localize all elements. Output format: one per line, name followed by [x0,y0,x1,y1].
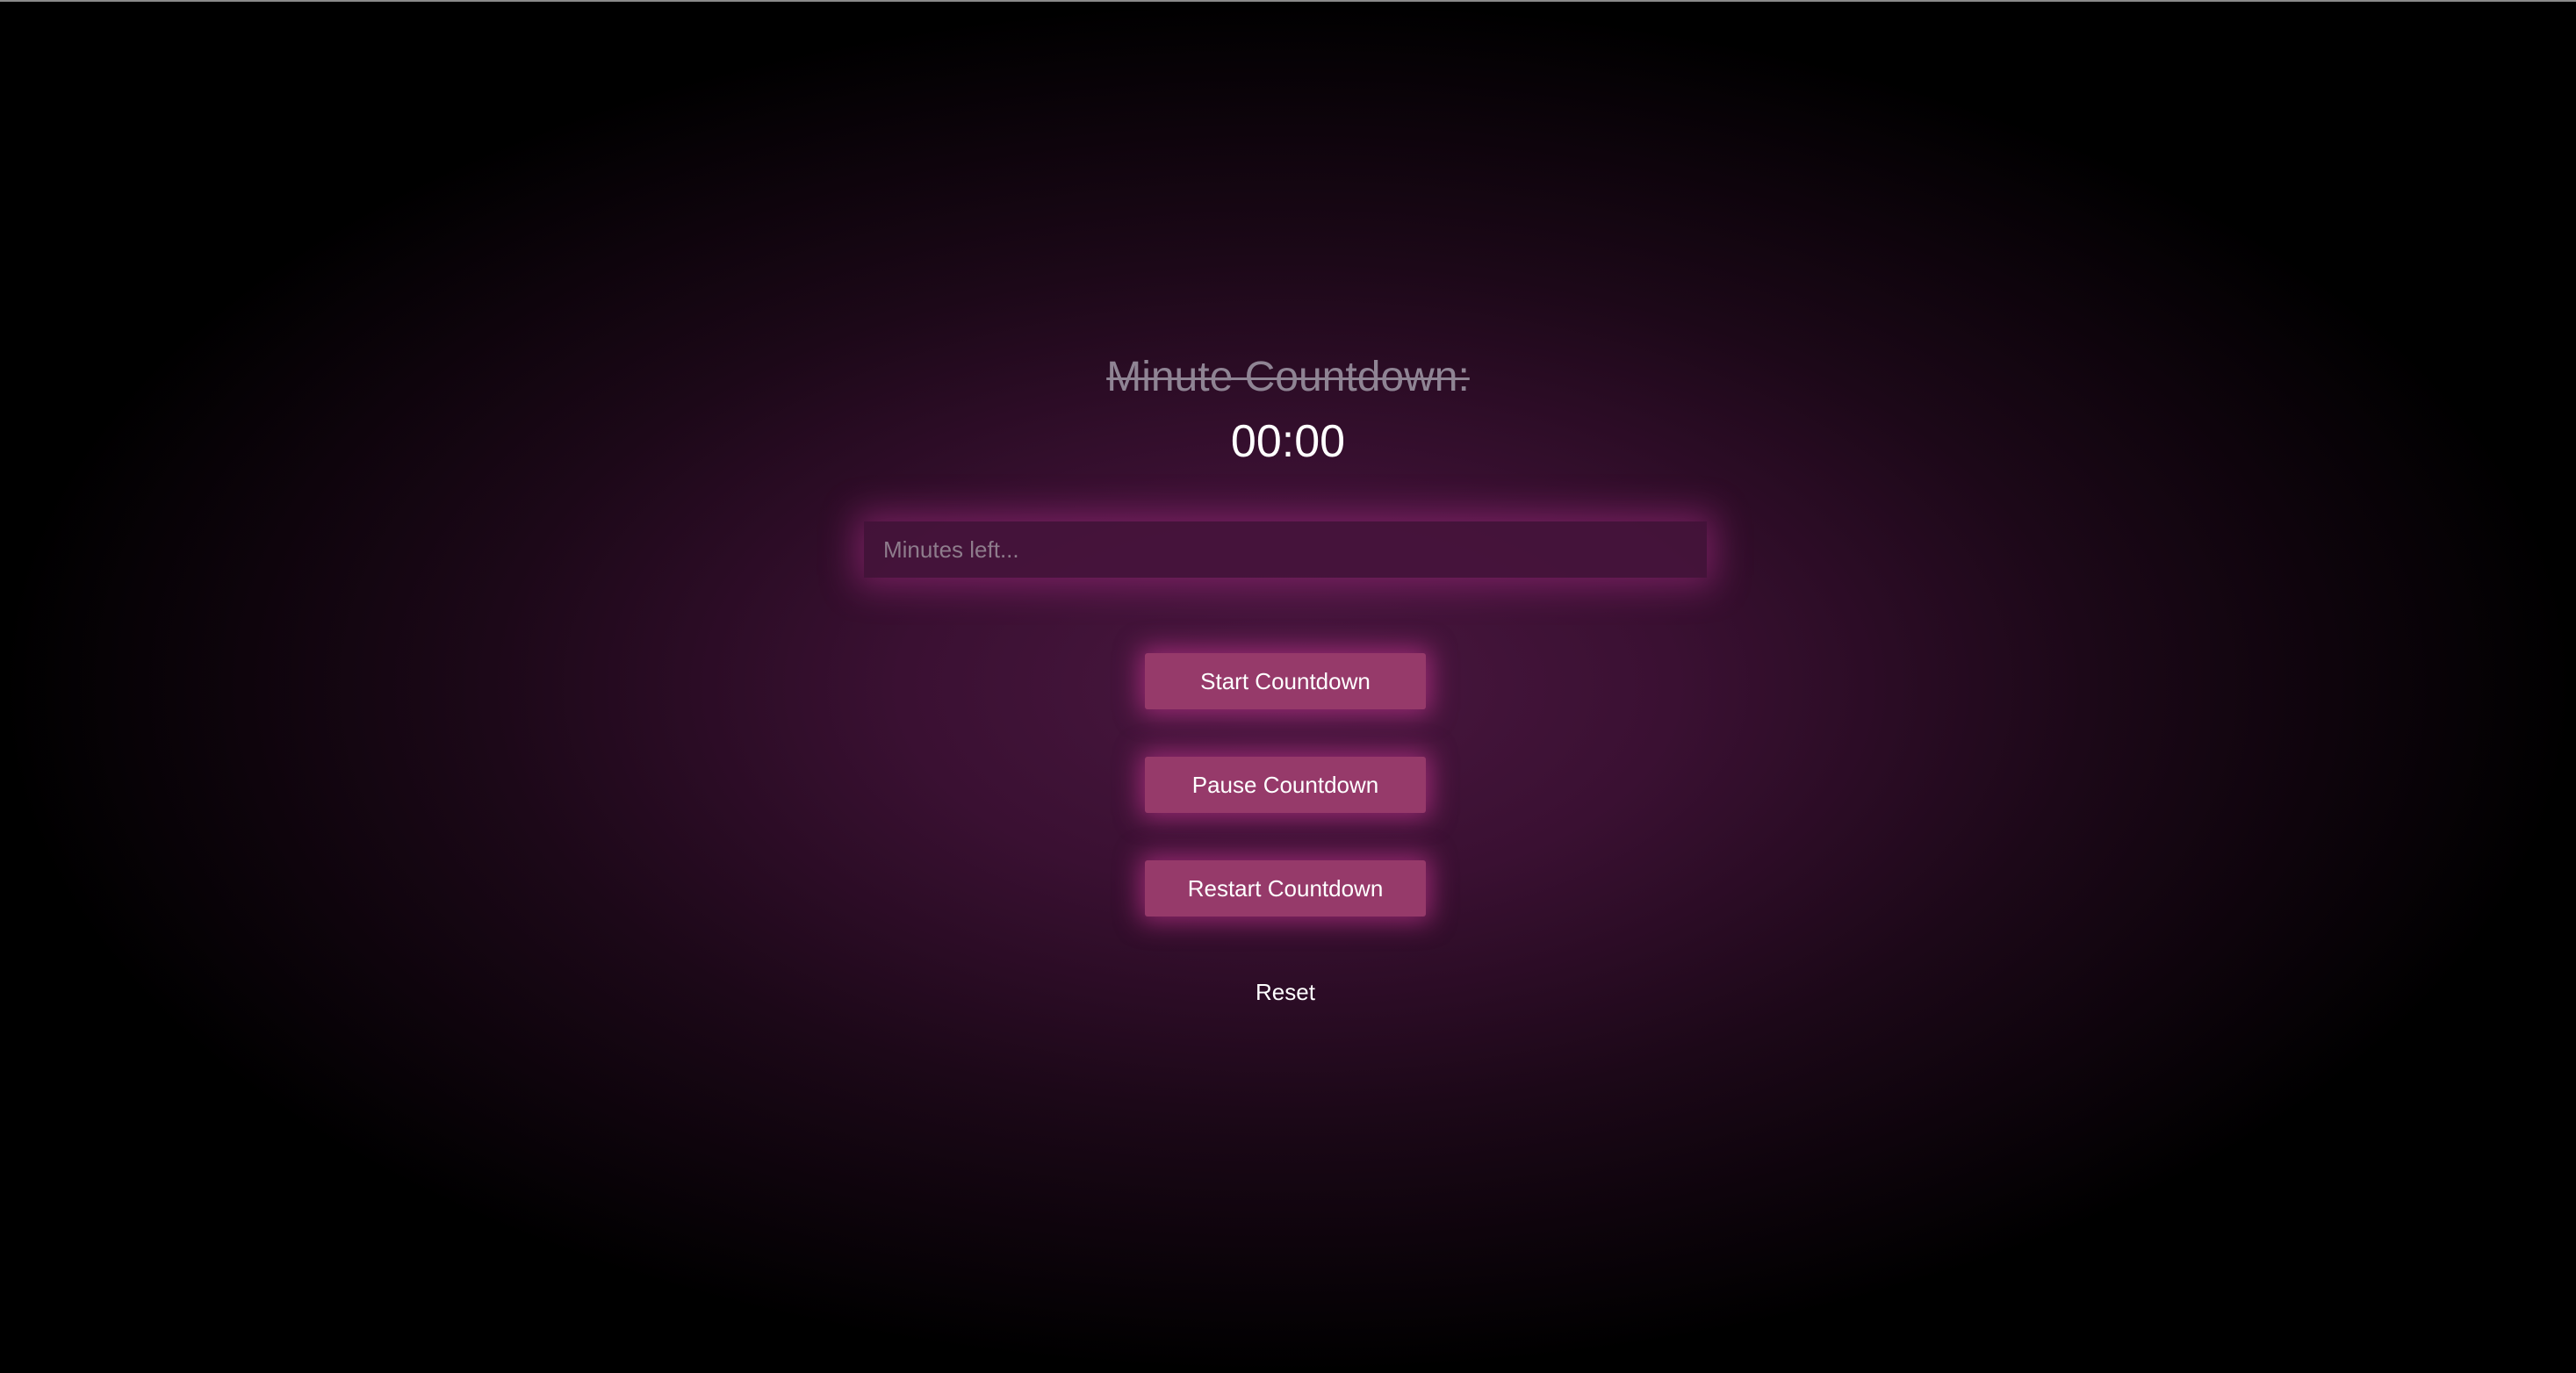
page-title: Minute Countdown: [1106,354,1470,400]
restart-countdown-button[interactable]: Restart Countdown [1145,860,1426,917]
start-countdown-button[interactable]: Start Countdown [1145,653,1426,709]
timer-display: 00:00 [1230,416,1346,467]
minutes-input[interactable] [864,521,1707,578]
reset-button[interactable]: Reset [1198,966,1373,1018]
countdown-app: Minute Countdown: 00:00 Start Countdown … [0,0,2576,1373]
pause-countdown-button[interactable]: Pause Countdown [1145,757,1426,813]
minutes-input-wrapper [864,521,1707,578]
